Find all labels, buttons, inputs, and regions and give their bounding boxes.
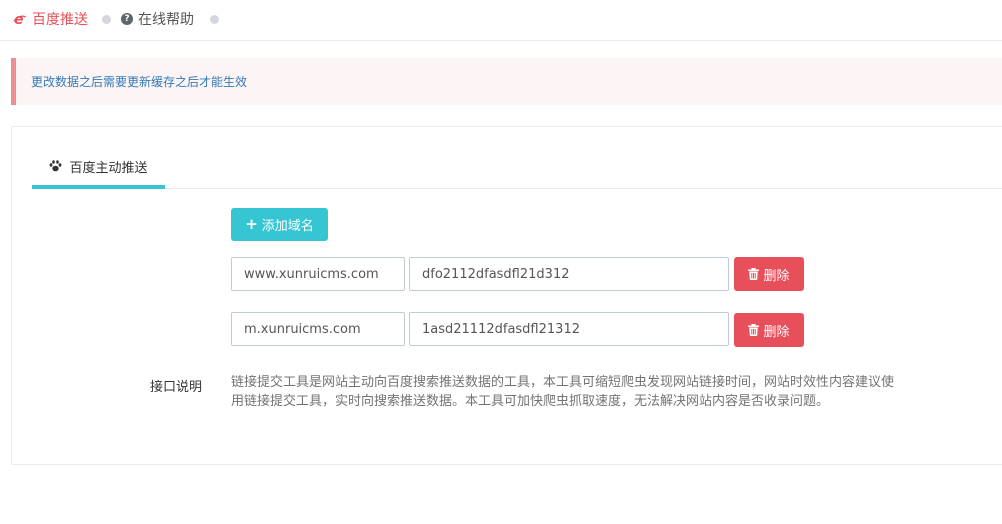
domain-input[interactable] [231,312,405,346]
tab-label: 百度主动推送 [69,160,148,176]
plus-icon: + [245,215,258,233]
tab-bar: 百度主动推送 [32,147,1002,189]
breadcrumb-separator-dot [210,15,219,24]
settings-panel: 百度主动推送 + 添加域名 删除 [11,126,1002,465]
delete-label: 删除 [763,268,790,284]
top-breadcrumb-bar: e 百度推送 ? 在线帮助 [0,0,1002,41]
add-domain-button[interactable]: + 添加域名 [231,208,328,241]
breadcrumb-item-baidu-push[interactable]: e 百度推送 [13,10,88,28]
breadcrumb-label: 在线帮助 [138,12,194,28]
question-circle-icon: ? [121,13,133,25]
interface-description-text: 链接提交工具是网站主动向百度搜索推送数据的工具，本工具可缩短爬虫发现网站链接时间… [231,375,895,409]
breadcrumb-item-online-help[interactable]: ? 在线帮助 [121,10,194,28]
breadcrumb-label: 百度推送 [32,12,88,28]
alert-text: 更改数据之后需要更新缓存之后才能生效 [31,75,248,89]
e-logo-icon: e [13,12,27,26]
tab-baidu-active-push[interactable]: 百度主动推送 [32,147,165,189]
delete-row-button[interactable]: 删除 [734,257,804,291]
trash-icon [748,268,760,280]
delete-row-button[interactable]: 删除 [734,313,804,347]
token-input[interactable] [409,312,729,346]
domain-input[interactable] [231,257,405,291]
notice-alert: 更改数据之后需要更新缓存之后才能生效 [11,58,1002,105]
breadcrumb-separator-dot [102,15,111,24]
token-input[interactable] [409,257,729,291]
paw-icon [49,160,62,172]
add-domain-label: 添加域名 [261,219,314,234]
delete-label: 删除 [763,324,790,340]
interface-description-label: 接口说明 [149,380,202,395]
trash-icon [748,324,760,336]
